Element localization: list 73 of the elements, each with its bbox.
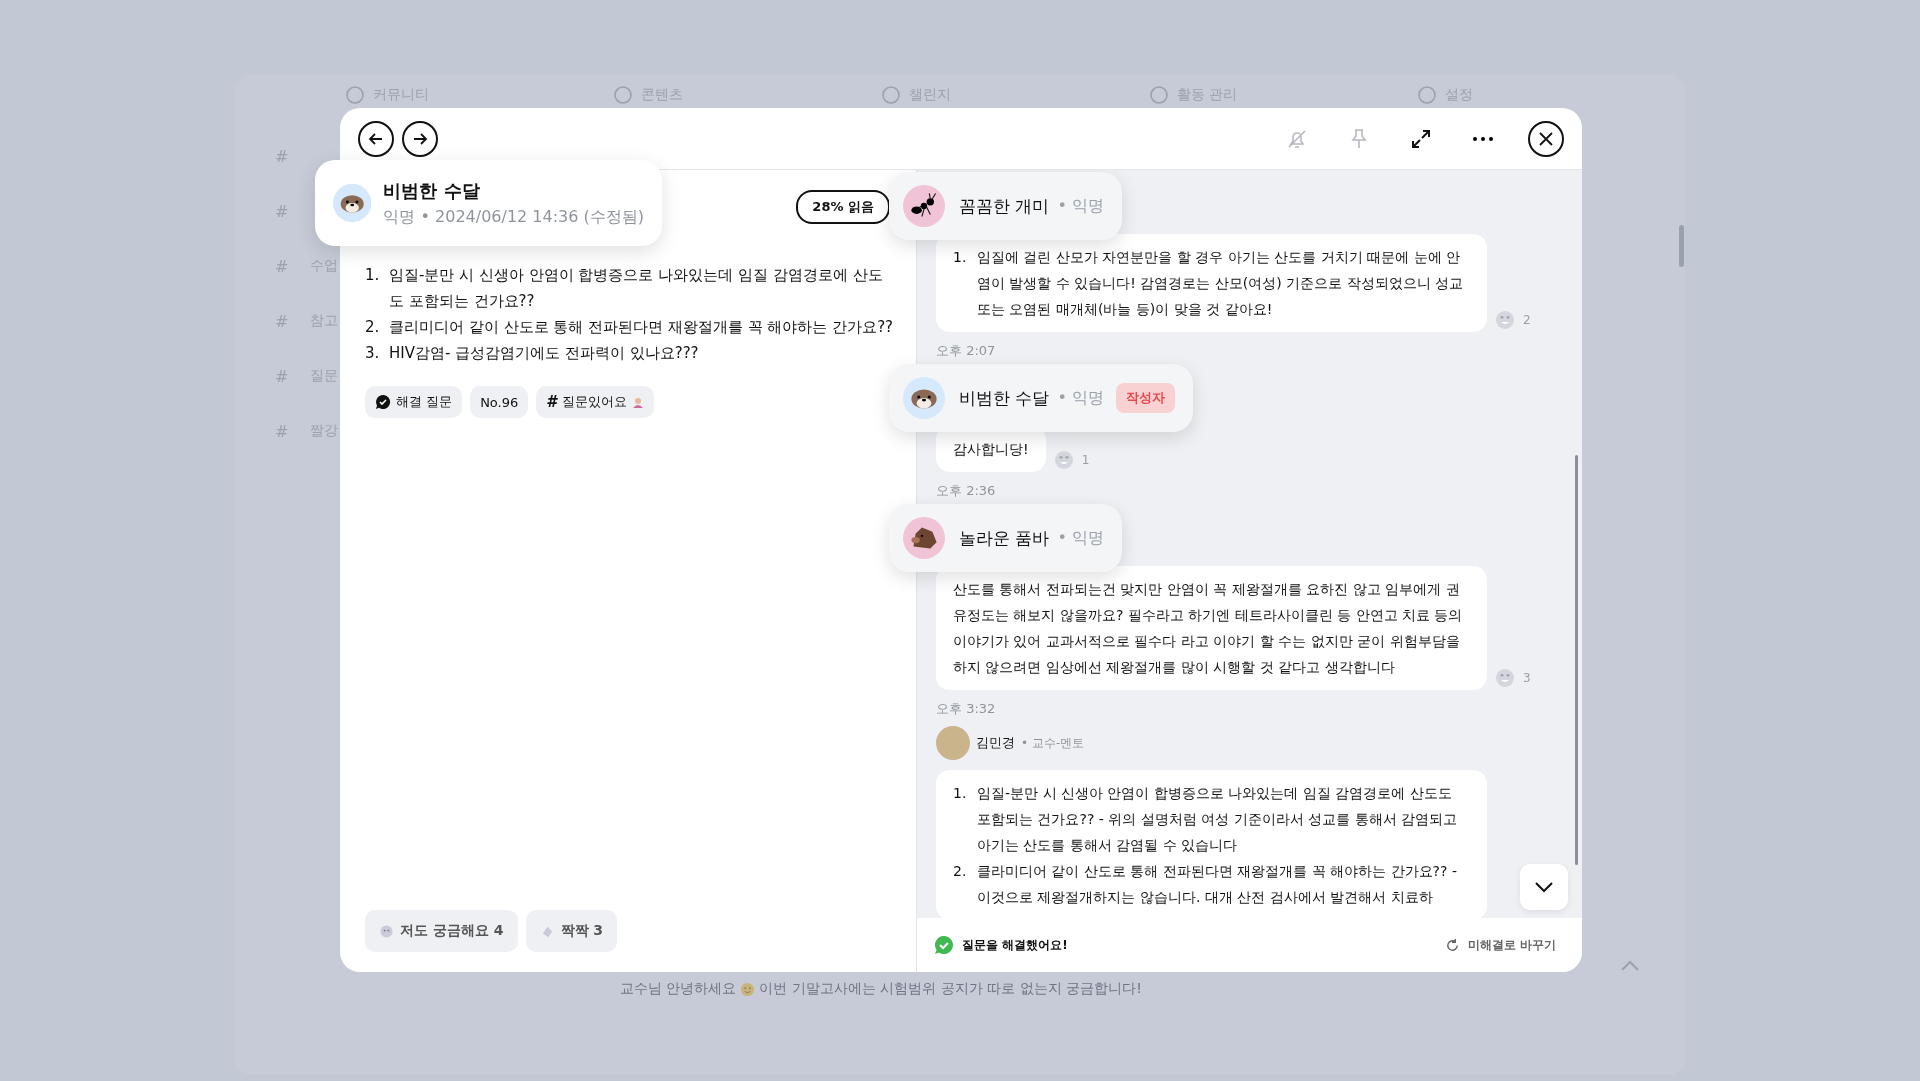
reaction-count: 1 [1081, 453, 1090, 467]
message-time: 오후 2:07 [936, 342, 997, 360]
hash-icon: # [275, 201, 289, 221]
author-name: 놀라운 품바 [959, 526, 1050, 550]
message-time: 오후 3:32 [936, 700, 997, 718]
hash-icon: # [275, 146, 289, 166]
author-name: 비범한 수달 [959, 386, 1050, 410]
forward-button[interactable] [402, 120, 438, 157]
author-role: • 익명 [1057, 195, 1104, 217]
author-role: • 교수-멘토 [1021, 734, 1085, 752]
refresh-icon [1444, 937, 1460, 953]
scrollbar [1679, 225, 1684, 267]
reaction-button[interactable]: 짝짝 3 [525, 910, 618, 952]
message-time: 오후 2:36 [936, 482, 997, 500]
chevron-down-icon [1534, 881, 1554, 893]
list-number: 1. [365, 265, 381, 286]
list-number: 3. [365, 343, 381, 364]
list-number: 2. [953, 862, 968, 881]
tag-label: 해결 질문 [396, 393, 453, 411]
reaction-count: 2 [1523, 313, 1531, 327]
message-text: 클라미디어 같이 산도로 통해 전파된다면 재왕절개를 꼭 해야하는 간가요?? - 이것으로 제왕절개하지는 않습니다. 대개 산전 검사에서 발견해서 치료하 [977, 862, 1458, 907]
message-text: 임질에 걸린 산모가 자연분만을 할 경우 아기는 산도를 거치기 때문에 눈에 안염이 발생할 수 있습니다! 감염경로는 산모(여성) 기준으로 작성되었으니 성교 또는 오염된 매개체(바늘 등)이 맞을 것 같아요! [977, 248, 1465, 319]
message-text: 교수님 안녕하세요 [620, 980, 737, 998]
author-badge: 작성자 [1115, 383, 1175, 413]
hash-icon: # [275, 421, 289, 441]
question-text: 임질-분만 시 신생아 안염이 합병증으로 나와있는데 임질 감염경로에 산도도 포함되는 건가요?? [389, 265, 884, 312]
avatar-placeholder [936, 726, 970, 760]
message-text: 감사합니당! [953, 441, 1029, 457]
tag-chip[interactable]: No.96 [470, 386, 529, 418]
list-number: 1. [953, 784, 968, 803]
tag-chip[interactable]: # 질문있어요 [536, 386, 654, 418]
smiley-icon [740, 981, 756, 997]
tag-label: 질문있어요 [561, 393, 627, 411]
author-role: • 익명 [1057, 527, 1104, 549]
nav-icon [1149, 85, 1169, 105]
hash-icon: # [275, 311, 289, 331]
check-bubble-icon [375, 394, 391, 410]
list-number: 1. [953, 248, 968, 267]
tag-chip[interactable]: 해결 질문 [365, 386, 463, 418]
author-name: 비범한 수달 [383, 178, 481, 203]
hash-icon: # [275, 256, 289, 276]
avatar-icon [333, 181, 372, 225]
message-text: 임질-분만 시 신생아 안염이 합병증으로 나와있는데 임질 감염경로에 산도도 포함되는 건가요?? - 위의 설명처럼 여성 기준이라서 성교를 통해서 감염되고 아기는 산도를 통해서 감염될 수 있습니다 [977, 784, 1458, 855]
author-name: 꼼꼼한 개미 [959, 194, 1050, 218]
unresolve-button[interactable]: 미해결로 바꾸기 [1438, 935, 1562, 955]
nav-icon [345, 85, 365, 105]
back-button[interactable] [358, 120, 394, 157]
list-number: 2. [365, 317, 381, 338]
status-text: 질문을 해결했어요! [962, 936, 1068, 954]
nav-icon [881, 85, 901, 105]
question-text: 클리미디어 같이 산도로 통해 전파된다면 재왕절개를 꼭 해야하는 간가요?? [389, 317, 894, 338]
tag-label: No.96 [480, 394, 519, 410]
author-role: • 익명 [1057, 387, 1104, 409]
nav-icon [613, 85, 633, 105]
message-text: 산도를 통해서 전파되는건 맞지만 안염이 꼭 제왕절개를 요하진 않고 임부에게 권유정도는 해보지 않을까요? 필수라고 하기엔 테트라사이클린 등 안연고 치료 등의 이야기가 있어 교과서적으로 필수다 라고 이야기 할 수는 없지만 굳이 위험부담을 하지 않으려면 임상에선 제왕절개를 많이 시행할 것 같다고 생각합니다 [953, 581, 1463, 675]
author-name: 김민경 [976, 734, 1015, 752]
avatar-icon [903, 185, 945, 227]
more-icon[interactable] [1471, 135, 1495, 142]
avatar-icon [903, 517, 945, 559]
message-text: 이번 기말고사에는 시험범위 공지가 따로 없는지 궁금합니다! [759, 980, 1142, 998]
nav-icon [1417, 85, 1437, 105]
scroll-down-button[interactable] [1520, 864, 1568, 910]
avatar-icon [903, 377, 945, 419]
question-text: HIV감염- 급성감염기에도 전파력이 있나요??? [389, 343, 700, 364]
hash-icon: # [546, 393, 557, 411]
face-icon [379, 923, 394, 939]
reaction-button[interactable]: 저도 궁금해요 4 [365, 910, 518, 952]
reaction-count: 3 [1523, 671, 1531, 685]
close-button[interactable] [1528, 120, 1564, 157]
check-icon [934, 935, 954, 955]
hash-icon: # [275, 366, 289, 386]
post-meta: 익명 • 2024/06/12 14:36 (수정됨) [383, 206, 644, 228]
raised-hand-icon [631, 396, 644, 408]
